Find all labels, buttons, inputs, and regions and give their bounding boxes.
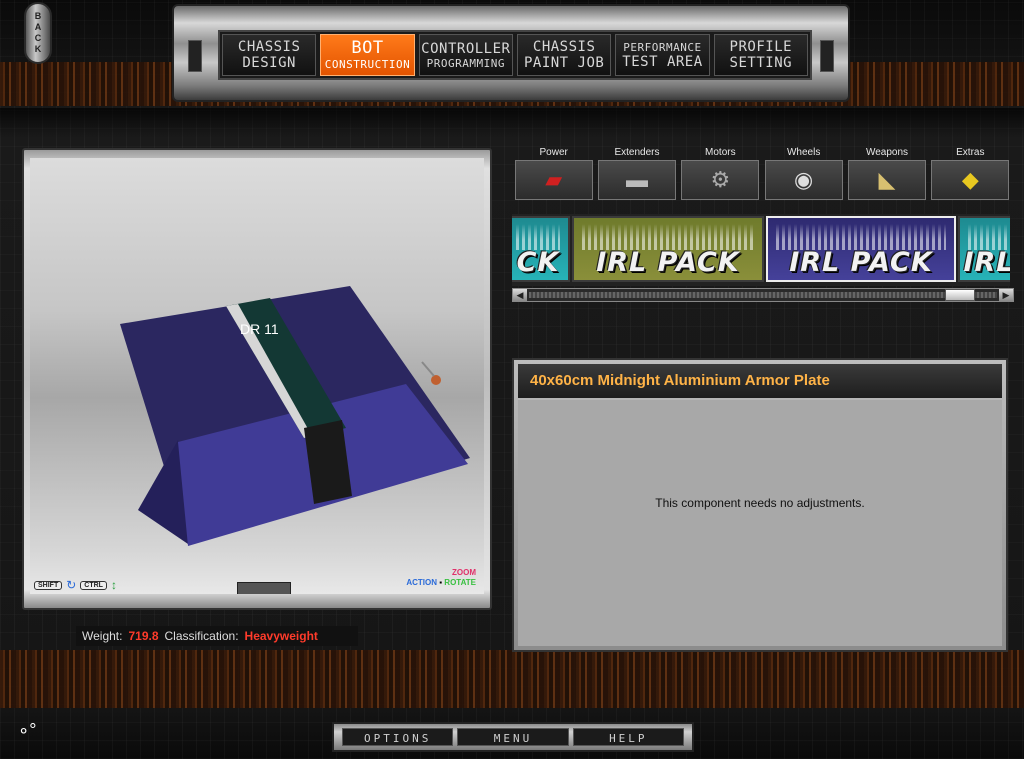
tab-label-line1: CHASSIS: [237, 39, 301, 55]
action-label: ACTION: [406, 578, 438, 587]
model-label: DR 11: [240, 321, 279, 337]
back-button[interactable]: BACK: [24, 2, 52, 64]
tab-label-line2: CONSTRUCTION: [324, 58, 411, 71]
component-title: 40x60cm Midnight Aluminium Armor Plate: [518, 364, 1002, 398]
zoom-label: ZOOM: [452, 568, 476, 577]
pack-label: CK: [516, 247, 560, 278]
tab-profile-setting[interactable]: PROFILE SETTING: [713, 34, 808, 76]
pack-label: IRL PACK: [789, 247, 933, 278]
weight-label: Weight:: [82, 629, 123, 643]
category-motors[interactable]: Motors ⚙: [681, 146, 760, 200]
tab-label-line1: BOT: [351, 38, 384, 58]
tab-label-line2: TEST AREA: [622, 53, 703, 70]
motor-icon[interactable]: ⚙: [681, 160, 760, 200]
pack-scrollbar[interactable]: ◀ ▶: [512, 288, 1014, 302]
weight-value: 719.8: [128, 629, 159, 643]
wheel-icon[interactable]: ◉: [764, 160, 843, 200]
view-controls: SHIFT ↻ CTRL ↕: [34, 578, 117, 592]
extras-icon[interactable]: ◆: [931, 160, 1010, 200]
tab-chassis-design[interactable]: CHASSIS DESIGN: [222, 34, 317, 76]
arrow-icon: [421, 361, 435, 377]
component-body: This component needs no adjustments.: [518, 400, 1002, 646]
component-info-panel: 40x60cm Midnight Aluminium Armor Plate T…: [512, 358, 1008, 652]
zoom-legend: ZOOM ACTION ▪ ROTATE: [406, 568, 476, 587]
tab-controller-programming[interactable]: CONTROLLER PROGRAMMING: [418, 34, 513, 76]
pack-label: IRL PACK: [596, 247, 740, 278]
tab-chassis-paint-job[interactable]: CHASSIS PAINT JOB: [516, 34, 612, 76]
bot-model[interactable]: DR 11: [30, 158, 484, 594]
move-icon: ↕: [110, 578, 117, 592]
classification-label: Classification:: [164, 629, 239, 643]
category-extenders[interactable]: Extenders ▬: [597, 146, 676, 200]
gear-icon: [431, 375, 441, 385]
menu-button[interactable]: MENU: [457, 728, 569, 746]
scroll-track[interactable]: [529, 292, 997, 298]
category-label: Motors: [705, 147, 736, 158]
back-button-label: BACK: [33, 11, 43, 55]
shift-key: SHIFT: [34, 580, 63, 590]
part-categories: Power ▰ Extenders ▬ Motors ⚙ Wheels ◉ We…: [514, 146, 1010, 200]
top-nav: CHASSIS DESIGN BOT CONSTRUCTION CONTROLL…: [172, 4, 850, 102]
tab-performance-test-area[interactable]: PERFORMANCE TEST AREA: [615, 34, 710, 76]
status-bar: Weight: 719.8 Classification: Heavyweigh…: [76, 626, 358, 646]
power-icon[interactable]: ▰: [514, 160, 593, 200]
pack-tile[interactable]: CK: [512, 216, 570, 282]
rotate-icon: ↻: [66, 578, 77, 592]
category-label: Extras: [956, 147, 985, 158]
nav-stub-left: [188, 40, 202, 72]
tab-label-line1: PROFILE: [729, 39, 793, 55]
tab-label-line2: SETTING: [729, 55, 793, 71]
category-power[interactable]: Power ▰: [514, 146, 593, 200]
tab-label-line1: PERFORMANCE: [623, 40, 702, 54]
options-button[interactable]: OPTIONS: [342, 728, 454, 746]
scroll-thumb[interactable]: [945, 289, 975, 301]
weapon-icon[interactable]: ◣: [847, 160, 926, 200]
scroll-left-icon[interactable]: ◀: [513, 289, 527, 301]
category-extras[interactable]: Extras ◆: [931, 146, 1010, 200]
help-button[interactable]: HELP: [572, 728, 684, 746]
pack-tile[interactable]: IRL PACK: [572, 216, 764, 282]
category-weapons[interactable]: Weapons ◣: [847, 146, 926, 200]
tab-label-line1: CHASSIS: [532, 39, 596, 55]
wrench-icon[interactable]: [237, 582, 291, 594]
tab-label-line1: CONTROLLER: [421, 40, 511, 57]
tab-label-line2: DESIGN: [242, 55, 296, 71]
component-message: This component needs no adjustments.: [655, 496, 865, 510]
shadow-band: [0, 108, 1024, 138]
category-wheels[interactable]: Wheels ◉: [764, 146, 843, 200]
extender-icon[interactable]: ▬: [597, 160, 676, 200]
ctrl-key: CTRL: [80, 580, 107, 590]
pack-carousel: CK IRL PACK IRL PACK IRL: [512, 214, 1010, 286]
loading-spinner-icon: ∘°: [18, 720, 37, 740]
bottom-nav: OPTIONS MENU HELP: [332, 722, 694, 752]
pack-tile[interactable]: IRL: [958, 216, 1010, 282]
pack-label: IRL: [963, 247, 1010, 278]
pack-tile-selected[interactable]: IRL PACK: [766, 216, 956, 282]
classification-value: Heavyweight: [244, 629, 318, 643]
tab-label-line2: PAINT JOB: [523, 55, 605, 71]
category-label: Power: [539, 147, 568, 158]
rotate-label: ROTATE: [444, 578, 476, 587]
rust-band-bottom: [0, 650, 1024, 708]
top-nav-buttons: CHASSIS DESIGN BOT CONSTRUCTION CONTROLL…: [218, 30, 812, 80]
tab-label-line2: PROGRAMMING: [426, 56, 505, 70]
category-label: Wheels: [786, 147, 821, 158]
bot-3d-viewport[interactable]: DR 11 SHIFT ↻ CTRL ↕ ZOOM ACTION ▪ ROTAT…: [30, 158, 484, 594]
scroll-right-icon[interactable]: ▶: [999, 289, 1013, 301]
nav-stub-right: [820, 40, 834, 72]
category-label: Extenders: [614, 147, 660, 158]
category-label: Weapons: [865, 147, 909, 158]
tab-bot-construction[interactable]: BOT CONSTRUCTION: [320, 34, 415, 76]
viewport-frame: DR 11 SHIFT ↻ CTRL ↕ ZOOM ACTION ▪ ROTAT…: [22, 148, 492, 610]
